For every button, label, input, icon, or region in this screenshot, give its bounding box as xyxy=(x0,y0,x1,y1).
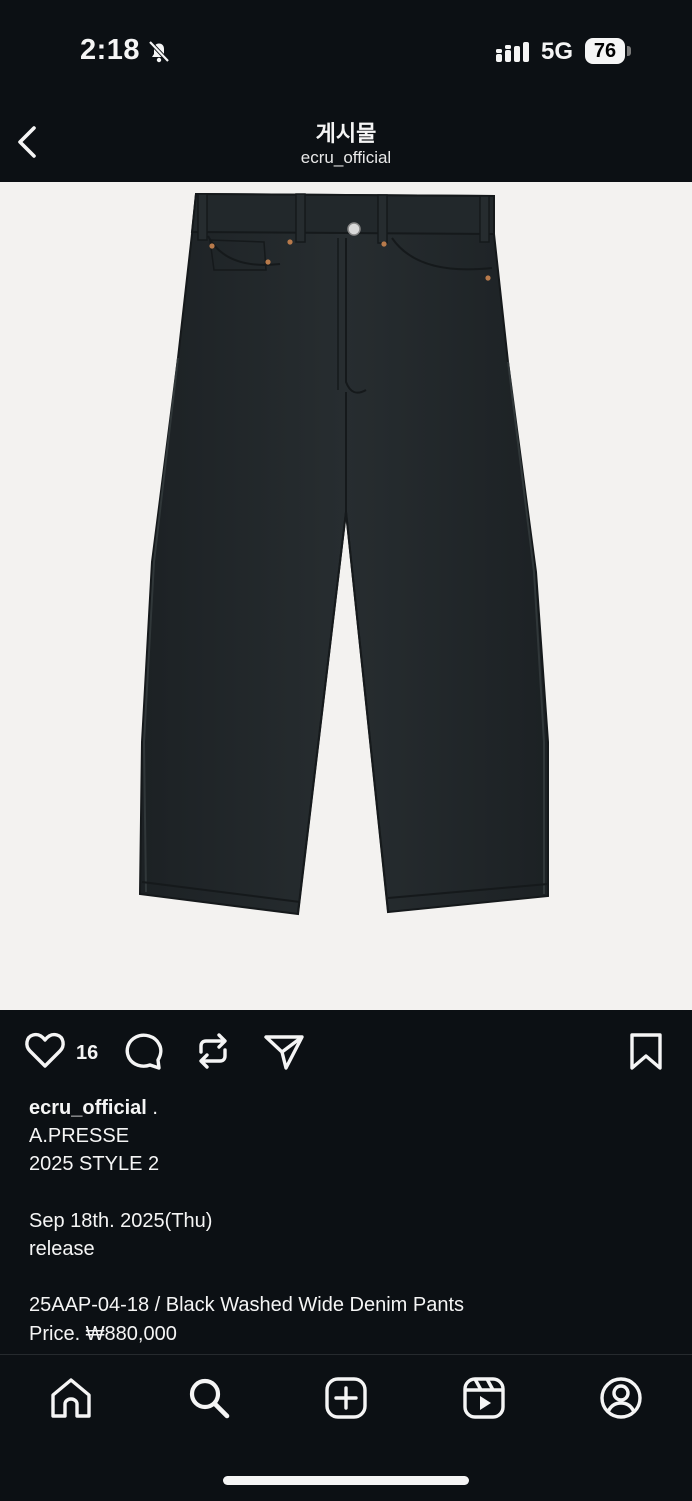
page-subtitle-username[interactable]: ecru_official xyxy=(0,148,692,168)
battery-icon: 76 xyxy=(585,38,631,64)
caption-line: Price. ₩880,000 xyxy=(29,1322,177,1345)
caption-line: 2025 STYLE 2 xyxy=(29,1153,160,1176)
status-time: 2:18 xyxy=(80,34,141,66)
post-image[interactable] xyxy=(0,182,692,1010)
send-icon[interactable] xyxy=(262,1030,306,1072)
caption-line: Sep 18th. 2025(Thu) xyxy=(29,1209,213,1232)
caption-line: release xyxy=(29,1237,95,1260)
search-icon[interactable] xyxy=(186,1375,232,1421)
battery-level: 76 xyxy=(585,38,625,64)
comment-icon[interactable] xyxy=(122,1030,164,1072)
post-header: 게시물 ecru_official xyxy=(0,100,692,182)
caption-line: 25AAP-04-18 / Black Washed Wide Denim Pa… xyxy=(29,1294,465,1317)
like-count[interactable]: 16 xyxy=(76,1042,98,1065)
status-bar: 2:18 5G 76 xyxy=(0,0,692,100)
denim-pants-image xyxy=(138,192,549,916)
plus-square-icon[interactable] xyxy=(323,1375,369,1421)
caption-line xyxy=(29,1263,669,1291)
caption-line: A.PRESSE xyxy=(29,1125,130,1148)
network-type: 5G xyxy=(541,38,574,65)
reels-icon[interactable] xyxy=(461,1375,507,1421)
bookmark-icon[interactable] xyxy=(628,1030,664,1072)
post-actions: 16 xyxy=(0,1030,692,1078)
page-title: 게시물 xyxy=(315,122,377,147)
home-indicator[interactable] xyxy=(223,1476,469,1485)
post-caption: ecru_official . A.PRESSE 2025 STYLE 2 Se… xyxy=(29,1094,669,1348)
caption-username[interactable]: ecru_official xyxy=(29,1097,147,1119)
caption-line xyxy=(29,1179,669,1207)
caption-username-suffix: . xyxy=(146,1097,158,1119)
silent-bell-icon xyxy=(148,40,170,63)
heart-icon[interactable] xyxy=(24,1030,66,1070)
signal-icon xyxy=(496,42,529,62)
home-icon[interactable] xyxy=(48,1375,94,1421)
profile-icon[interactable] xyxy=(598,1375,644,1421)
battery-tip xyxy=(627,46,631,56)
caption-header: ecru_official . xyxy=(29,1094,669,1122)
repost-icon[interactable] xyxy=(192,1030,234,1072)
